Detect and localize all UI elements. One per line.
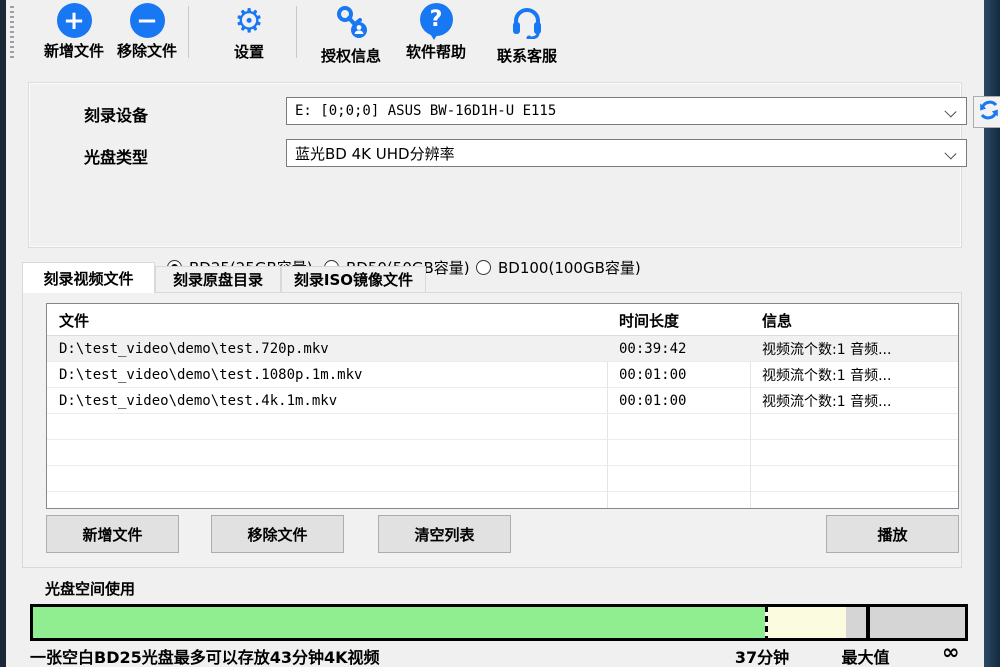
toolbar-support-button[interactable]: 联系客服 [490,3,564,63]
radio-bd100-label: BD100(100GB容量) [498,257,641,278]
toolbar-license-label: 授权信息 [321,45,381,66]
table-row[interactable]: D:\test_video\demo\test.720p.mkv 00:39:4… [47,336,958,362]
burn-device-label: 刻录设备 [84,102,148,126]
burn-video-tab-panel: 文件 时间长度 信息 D:\test_video\demo\test.720p.… [22,292,962,568]
cell-duration: 00:01:00 [607,388,750,414]
toolbar-help-label: 软件帮助 [406,41,466,62]
burn-device-select[interactable]: E: [0;0;0] ASUS BW-16D1H-U E115 [286,97,967,125]
tab-burn-video-files-label: 刻录视频文件 [43,268,133,289]
key-license-icon [331,3,371,43]
table-row[interactable]: D:\test_video\demo\test.4k.1m.mkv 00:01:… [47,388,958,414]
cell-info: 视频流个数:1 音频... [750,362,958,388]
refresh-icon [978,99,1000,125]
help-bubble-icon: ? [420,3,453,39]
toolbar-grip-handle[interactable] [10,6,14,58]
radio-unselected-icon [476,260,491,275]
radio-bd100[interactable]: BD100(100GB容量) [476,257,641,278]
cell-file: D:\test_video\demo\test.4k.1m.mkv [47,388,607,414]
used-minutes-label: 37分钟 [712,644,812,667]
remaining-space-segment [766,607,845,638]
add-file-button[interactable]: 新增文件 [46,515,179,553]
cell-file: D:\test_video\demo\test.720p.mkv [47,336,607,362]
header-file: 文件 [47,304,607,336]
toolbar-separator [296,6,297,58]
tab-burn-video-files[interactable]: 刻录视频文件 [22,262,155,293]
header-info: 信息 [750,304,958,336]
headset-icon [508,3,546,43]
overflow-space-segment [846,607,965,638]
toolbar-remove-file-label: 移除文件 [117,40,177,61]
toolbar-support-label: 联系客服 [497,45,557,66]
table-row[interactable]: D:\test_video\demo\test.1080p.1m.mkv 00:… [47,362,958,388]
burn-device-value: E: [0;0;0] ASUS BW-16D1H-U E115 [295,103,556,119]
main-toolbar: + 新增文件 − 移除文件 ⚙ 设置 授权信息 ? 软件帮助 [6,0,984,66]
disc-capacity-note: 一张空白BD25光盘最多可以存放43分钟4K视频 [30,644,380,667]
disc-space-bar [30,604,968,641]
disc-type-label: 光盘类型 [84,144,148,168]
disc-space-title: 光盘空间使用 [45,578,135,599]
chevron-down-icon [944,147,956,159]
play-button[interactable]: 播放 [826,515,959,553]
tab-burn-disc-folder[interactable]: 刻录原盘目录 [155,266,281,292]
file-list-table[interactable]: 文件 时间长度 信息 D:\test_video\demo\test.720p.… [46,303,959,509]
toolbar-settings-button[interactable]: ⚙ 设置 [212,3,286,63]
remove-file-button[interactable]: 移除文件 [211,515,344,553]
toolbar-add-file-label: 新增文件 [44,40,104,61]
disc-type-value: 蓝光BD 4K UHD分辨率 [295,143,455,164]
tab-burn-iso-image-label: 刻录ISO镜像文件 [294,269,413,290]
infinity-symbol: ∞ [942,640,960,664]
chevron-down-icon [944,105,956,117]
remove-file-button-label: 移除文件 [247,524,307,545]
tab-burn-disc-folder-label: 刻录原盘目录 [173,269,263,290]
add-circle-icon: + [57,3,92,38]
toolbar-add-file-button[interactable]: + 新增文件 [37,3,111,63]
file-table-header: 文件 时间长度 信息 [47,304,958,336]
table-empty-row [47,492,958,508]
add-file-button-label: 新增文件 [82,524,142,545]
cell-duration: 00:39:42 [607,336,750,362]
toolbar-license-button[interactable]: 授权信息 [314,3,388,63]
toolbar-separator [188,6,189,58]
max-capacity-marker-line [866,605,870,640]
disc-type-select[interactable]: 蓝光BD 4K UHD分辨率 [286,139,967,167]
cell-file: D:\test_video\demo\test.1080p.1m.mkv [47,362,607,388]
toolbar-settings-label: 设置 [234,41,264,62]
toolbar-help-button[interactable]: ? 软件帮助 [399,3,473,63]
clear-list-button[interactable]: 清空列表 [378,515,511,553]
play-button-label: 播放 [877,524,907,545]
cell-info: 视频流个数:1 音频... [750,388,958,414]
gear-icon: ⚙ [234,3,264,39]
clear-list-button-label: 清空列表 [414,524,474,545]
burn-settings-groupbox: 刻录设备 E: [0;0;0] ASUS BW-16D1H-U E115 光盘类… [28,82,962,248]
cell-duration: 00:01:00 [607,362,750,388]
table-empty-row [47,414,958,440]
used-space-segment [33,607,766,638]
table-empty-row [47,440,958,466]
used-marker-dashed-line [765,606,768,639]
max-value-label: 最大值 [818,644,913,667]
refresh-devices-button[interactable] [973,96,1000,128]
toolbar-remove-file-button[interactable]: − 移除文件 [110,3,184,63]
table-empty-row [47,466,958,492]
tab-burn-iso-image[interactable]: 刻录ISO镜像文件 [281,266,426,292]
remove-circle-icon: − [130,3,165,38]
cell-info: 视频流个数:1 音频... [750,336,958,362]
header-duration: 时间长度 [607,304,750,336]
screen-edge-left [0,0,6,667]
